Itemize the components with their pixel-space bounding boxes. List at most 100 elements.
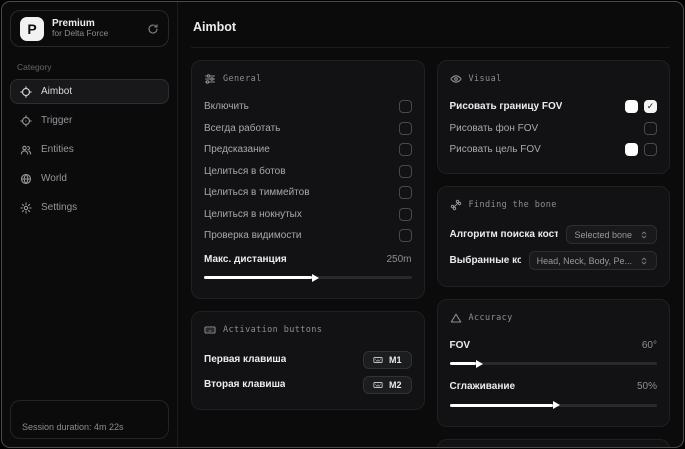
brand-card: P Premium for Delta Force [10,10,169,47]
slider-value: 250m [386,253,412,265]
sidebar-item-label: Aimbot [41,86,73,97]
checkbox-always-work[interactable] [398,121,412,135]
activation-buttons-card: Activation buttons Первая клавиша M1 Вто… [191,311,425,410]
keyboard-icon [373,380,383,390]
checkbox-visibility-check[interactable] [398,229,412,243]
max-distance-slider[interactable] [204,273,412,282]
second-key-row: Вторая клавиша M2 [204,372,412,397]
checkbox-draw-fov-background[interactable] [644,121,657,135]
color-swatch[interactable] [625,143,638,157]
toggle-row-prediction: Предсказание [204,139,412,161]
draw-fov-background-row: Рисовать фон FOV [449,118,657,140]
bone-algorithm-row: Алгоритм поиска костей Selected bone [449,222,657,248]
brand-logo: P [20,16,44,41]
dropdown-label: Выбранные кости [449,255,521,266]
dropdown-value: Selected bone [574,229,632,240]
eye-icon [449,73,462,85]
sidebar-item-label: World [41,173,67,184]
section-title: General [223,74,262,84]
sliders-icon [204,73,216,85]
visual-card: Visual Рисовать границу FOV ✓ Рисовать ф… [436,60,670,174]
sidebar-item-trigger[interactable]: Trigger [10,108,169,133]
slider-label: FOV [449,339,471,351]
keyboard-icon [373,355,383,365]
selected-bones-dropdown[interactable]: Head, Neck, Body, Pe... [528,251,657,270]
selected-bones-row: Выбранные кости Head, Neck, Body, Pe... [449,248,657,274]
keybind-value: M1 [388,354,402,365]
toggle-row-enable: Включить [204,96,412,118]
smoothing-slider[interactable] [449,401,657,410]
keyboard-icon [204,324,216,336]
section-title: Activation buttons [223,325,323,335]
slider-label: Макс. дистанция [204,253,287,265]
sidebar-item-label: Trigger [41,115,73,126]
slider-label: Сглаживание [449,381,516,393]
draw-fov-border-row: Рисовать границу FOV ✓ [449,96,657,118]
checkbox-target-teammates[interactable] [398,186,412,200]
finding-bone-card: Finding the bone Алгоритм поиска костей … [436,185,670,287]
keybind-label: Первая клавиша [204,354,287,365]
toggle-row-visibility-check: Проверка видимости [204,225,412,247]
first-key-row: Первая клавиша M1 [204,347,412,372]
sidebar-item-settings[interactable]: Settings [10,195,169,220]
category-label: Category [17,62,52,72]
users-icon [20,144,32,156]
page-title: Aimbot [191,12,670,48]
toggle-label: Целиться в ботов [204,165,286,177]
triangle-icon [450,312,462,324]
keybind-label: Вторая клавиша [204,379,286,390]
globe-icon [20,173,32,185]
sidebar-item-aimbot[interactable]: Aimbot [10,79,169,104]
checkbox-prediction[interactable] [398,143,412,157]
bone-icon [450,199,462,211]
toggle-row-target-bots: Целиться в ботов [204,161,412,183]
toggle-label: Рисовать фон FOV [449,122,539,134]
checkbox-target-bots[interactable] [398,164,412,178]
checkbox-enable[interactable] [398,100,412,114]
toggle-label: Рисовать границу FOV [449,101,563,113]
session-duration: Session duration: 4m 22s [10,400,169,439]
checkbox-target-knocked[interactable] [398,207,412,221]
general-card: General Включить Всегда работать Предска… [191,60,425,299]
toggle-label: Целиться в тиммейтов [204,187,310,199]
chevron-up-down-icon [639,256,649,266]
dropdown-label: Алгоритм поиска костей [449,229,559,240]
fov-setting: FOV 60° [449,335,657,369]
refresh-icon[interactable] [147,23,159,35]
toggle-label: Предсказание [204,144,270,156]
max-distance-setting: Макс. дистанция 250m [204,249,412,283]
toggle-label: Рисовать цель FOV [449,144,541,156]
bone-algorithm-dropdown[interactable]: Selected bone [566,225,657,244]
chevron-up-down-icon [639,230,649,240]
switch-delay-card: Switch Delay Задержка переключения Задер… [436,438,670,447]
toggle-row-always-work: Всегда работать [204,118,412,140]
color-swatch[interactable] [625,100,638,114]
toggle-row-target-knocked: Целиться в нокнутых [204,204,412,226]
fov-slider[interactable] [449,359,657,368]
second-key-button[interactable]: M2 [362,375,412,394]
smoothing-setting: Сглаживание 50% [449,376,657,410]
first-key-button[interactable]: M1 [362,350,412,369]
crosshair-icon [20,85,32,98]
accuracy-card: Accuracy FOV 60° Сглаживание 50% [436,298,670,427]
main-panel: Aimbot General Включить Всегда работать … [178,2,683,447]
checkbox-draw-fov-target[interactable] [644,143,657,157]
checkbox-draw-fov-border[interactable]: ✓ [644,100,657,114]
toggle-row-target-teammates: Целиться в тиммейтов [204,182,412,204]
slider-value: 60° [641,339,657,351]
toggle-label: Целиться в нокнутых [204,208,302,220]
check-icon: ✓ [646,101,655,112]
keybind-value: M2 [388,379,402,390]
sidebar-item-entities[interactable]: Entities [10,137,169,162]
app-window: P Premium for Delta Force Category Aimbo… [1,1,684,448]
gear-icon [20,201,32,214]
toggle-label: Всегда работать [204,122,281,134]
sidebar-item-label: Settings [41,202,78,213]
section-title: Accuracy [468,312,513,323]
slider-value: 50% [636,381,657,393]
section-title: Visual [468,74,502,84]
toggle-label: Включить [204,101,249,113]
sidebar-item-label: Entities [41,144,74,155]
sidebar-item-world[interactable]: World [10,166,169,191]
draw-fov-target-row: Рисовать цель FOV [449,139,657,161]
